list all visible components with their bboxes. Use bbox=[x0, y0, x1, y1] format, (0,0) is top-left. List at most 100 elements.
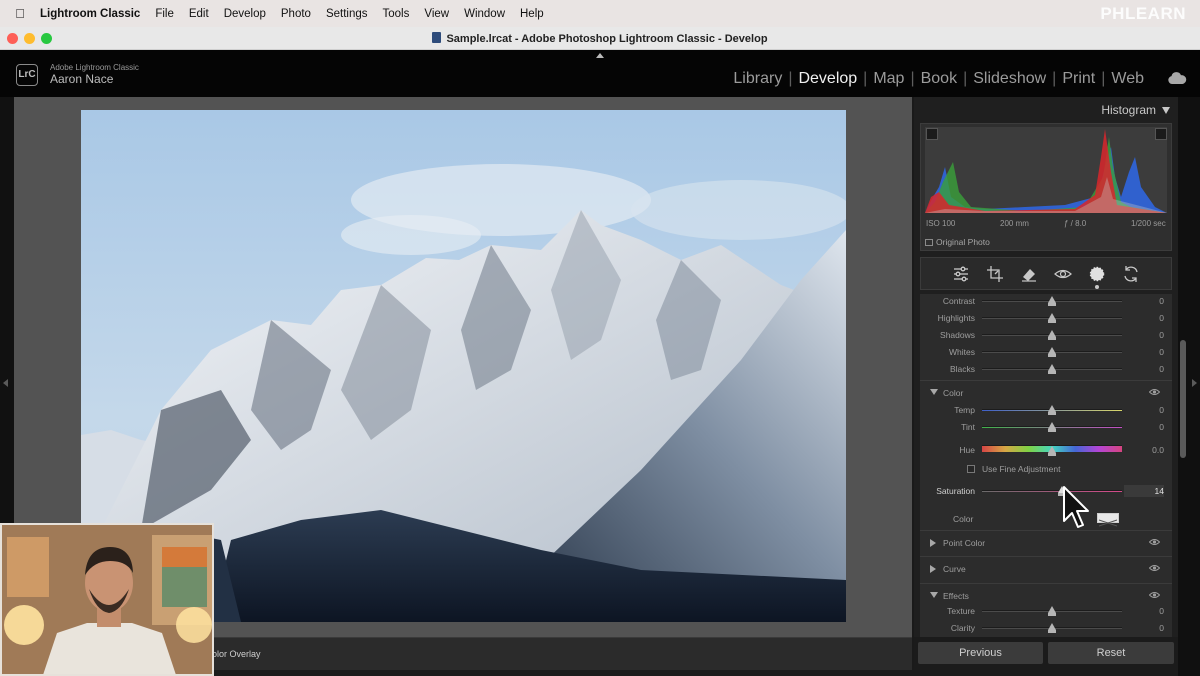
shadow-clipping-icon[interactable] bbox=[926, 128, 938, 140]
develop-settings-panel: Contrast 0 Highlights 0 Shadows 0 Whites 0 B… bbox=[920, 294, 1172, 637]
slider-label: Whites bbox=[949, 347, 975, 357]
slider-label: Hue bbox=[959, 445, 975, 455]
slider-hue[interactable]: Hue 0.0 bbox=[920, 440, 1172, 460]
slider-contrast[interactable]: Contrast 0 bbox=[920, 294, 1172, 309]
slider-thumb[interactable] bbox=[1048, 296, 1056, 306]
mouse-pointer-icon bbox=[1063, 486, 1089, 528]
histogram-graph[interactable] bbox=[925, 127, 1167, 213]
color-swatch-button[interactable] bbox=[1097, 513, 1119, 527]
slider-thumb[interactable] bbox=[1048, 446, 1056, 456]
visibility-eye-icon[interactable] bbox=[1149, 388, 1160, 396]
top-panel-toggle-icon[interactable] bbox=[596, 53, 604, 58]
previous-button[interactable]: Previous bbox=[918, 642, 1043, 664]
slider-value[interactable]: 0 bbox=[1136, 422, 1164, 432]
slider-value[interactable]: 0 bbox=[1136, 296, 1164, 306]
slider-label: Saturation bbox=[936, 486, 975, 496]
color-section-header[interactable]: Color bbox=[920, 380, 1172, 404]
right-panel-scrollbar[interactable] bbox=[1180, 340, 1186, 458]
cloud-sync-icon[interactable] bbox=[1167, 72, 1187, 84]
slider-label: Tint bbox=[961, 422, 975, 432]
crop-icon[interactable] bbox=[986, 265, 1004, 283]
healing-icon[interactable] bbox=[1020, 265, 1038, 283]
visibility-eye-icon[interactable] bbox=[1149, 591, 1160, 599]
slider-saturation[interactable]: Saturation 14 bbox=[920, 483, 1172, 499]
menu-window[interactable]: Window bbox=[464, 8, 505, 20]
slider-value[interactable]: 0 bbox=[1136, 313, 1164, 323]
window-titlebar: Sample.lrcat - Adobe Photoshop Lightroom… bbox=[0, 27, 1200, 50]
macos-menubar:  Lightroom Classic File Edit Develop Ph… bbox=[0, 0, 1200, 27]
slider-thumb[interactable] bbox=[1048, 364, 1056, 374]
histogram-header[interactable]: Histogram bbox=[914, 97, 1178, 122]
slider-blacks[interactable]: Blacks 0 bbox=[920, 361, 1172, 377]
menu-edit[interactable]: Edit bbox=[189, 8, 209, 20]
left-panel-toggle-icon[interactable] bbox=[3, 379, 8, 387]
module-book[interactable]: Book bbox=[915, 70, 963, 88]
fine-adjustment-checkbox[interactable] bbox=[967, 465, 975, 473]
module-library[interactable]: Library bbox=[727, 70, 788, 88]
masking-icon[interactable] bbox=[1088, 265, 1106, 283]
menu-view[interactable]: View bbox=[424, 8, 449, 20]
slider-thumb[interactable] bbox=[1048, 422, 1056, 432]
menu-settings[interactable]: Settings bbox=[326, 8, 368, 20]
histogram-collapse-icon[interactable] bbox=[1162, 107, 1170, 114]
slider-temp[interactable]: Temp 0 bbox=[920, 402, 1172, 418]
curve-section-header[interactable]: Curve bbox=[920, 556, 1172, 580]
expand-triangle-icon[interactable] bbox=[930, 539, 936, 547]
slider-tint[interactable]: Tint 0 bbox=[920, 419, 1172, 435]
slider-label: Clarity bbox=[950, 623, 975, 633]
presenter-webcam bbox=[0, 523, 214, 676]
slider-value[interactable]: 0 bbox=[1136, 364, 1164, 374]
menu-file[interactable]: File bbox=[155, 8, 174, 20]
menu-photo[interactable]: Photo bbox=[281, 8, 311, 20]
slider-clarity[interactable]: Clarity 0 bbox=[920, 620, 1172, 636]
visibility-eye-icon[interactable] bbox=[1149, 564, 1160, 572]
slider-value[interactable]: 14 bbox=[1136, 486, 1164, 496]
edit-sliders-icon[interactable] bbox=[952, 265, 970, 283]
module-web[interactable]: Web bbox=[1105, 70, 1150, 88]
visibility-eye-icon[interactable] bbox=[1149, 538, 1160, 546]
menu-tools[interactable]: Tools bbox=[383, 8, 410, 20]
apple-icon[interactable]:  bbox=[0, 6, 40, 21]
slider-label: Temp bbox=[954, 405, 975, 415]
slider-value[interactable]: 0 bbox=[1136, 606, 1164, 616]
right-panel-toggle-icon[interactable] bbox=[1192, 379, 1197, 387]
slider-value[interactable]: 0 bbox=[1136, 623, 1164, 633]
expand-triangle-icon[interactable] bbox=[930, 565, 936, 573]
module-print[interactable]: Print bbox=[1056, 70, 1101, 88]
slider-track[interactable] bbox=[982, 490, 1122, 492]
highlight-clipping-icon[interactable] bbox=[1155, 128, 1167, 140]
develop-tool-strip bbox=[920, 257, 1172, 290]
slider-value[interactable]: 0 bbox=[1136, 330, 1164, 340]
slider-thumb[interactable] bbox=[1048, 623, 1056, 633]
menu-app-name[interactable]: Lightroom Classic bbox=[40, 8, 140, 20]
slider-highlights[interactable]: Highlights 0 bbox=[920, 310, 1172, 326]
slider-texture[interactable]: Texture 0 bbox=[920, 603, 1172, 619]
slider-thumb[interactable] bbox=[1048, 347, 1056, 357]
lrc-logo-icon: LrC bbox=[16, 64, 38, 86]
reset-button[interactable]: Reset bbox=[1048, 642, 1174, 664]
menu-help[interactable]: Help bbox=[520, 8, 544, 20]
reset-tool-icon[interactable] bbox=[1122, 265, 1140, 283]
slider-value[interactable]: 0 bbox=[1136, 405, 1164, 415]
original-photo-checkbox[interactable] bbox=[925, 239, 933, 246]
slider-value[interactable]: 0.0 bbox=[1136, 445, 1164, 455]
slider-thumb[interactable] bbox=[1048, 313, 1056, 323]
slider-value[interactable]: 0 bbox=[1136, 347, 1164, 357]
overlay-mode-select[interactable]: olor Overlay bbox=[212, 649, 261, 659]
original-photo-toggle[interactable]: Original Photo bbox=[925, 237, 990, 247]
slider-whites[interactable]: Whites 0 bbox=[920, 344, 1172, 360]
module-slideshow[interactable]: Slideshow bbox=[967, 70, 1052, 88]
collapse-triangle-icon[interactable] bbox=[930, 389, 938, 395]
slider-thumb[interactable] bbox=[1048, 405, 1056, 415]
red-eye-icon[interactable] bbox=[1054, 265, 1072, 283]
collapse-triangle-icon[interactable] bbox=[930, 592, 938, 598]
phlearn-watermark: PHLEARN bbox=[1100, 4, 1186, 23]
slider-shadows[interactable]: Shadows 0 bbox=[920, 327, 1172, 343]
slider-thumb[interactable] bbox=[1048, 606, 1056, 616]
point-color-section-header[interactable]: Point Color bbox=[920, 530, 1172, 554]
module-develop[interactable]: Develop bbox=[792, 70, 863, 88]
menu-develop[interactable]: Develop bbox=[224, 8, 266, 20]
slider-thumb[interactable] bbox=[1048, 330, 1056, 340]
section-title: Effects bbox=[943, 591, 969, 601]
module-map[interactable]: Map bbox=[867, 70, 910, 88]
